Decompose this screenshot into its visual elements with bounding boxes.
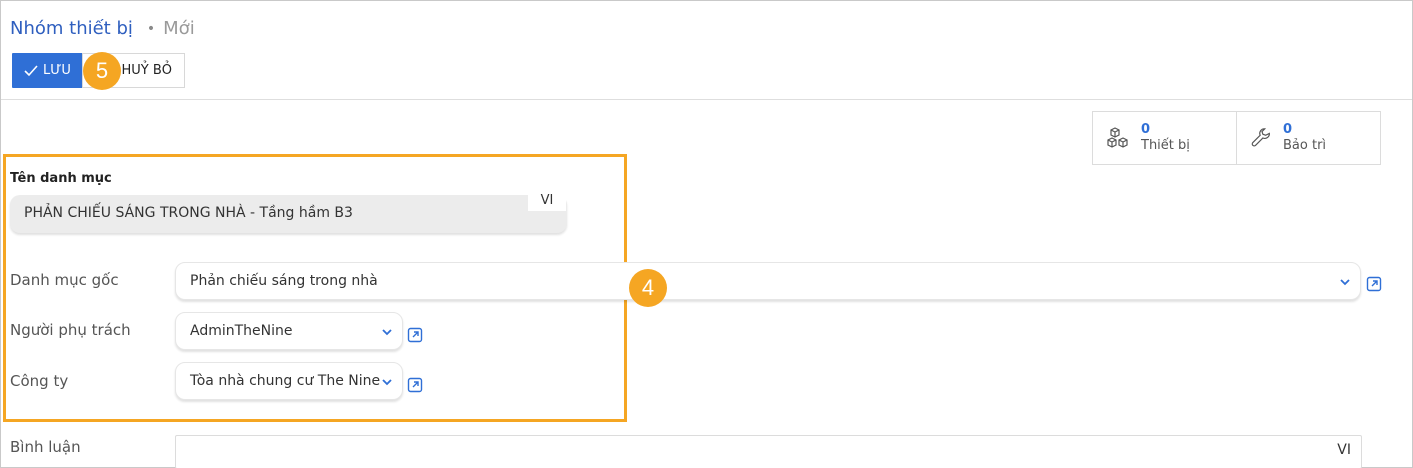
annotation-badge-toolbar: 5 [83, 52, 121, 90]
chevron-down-icon [382, 329, 392, 336]
cancel-button-label: HUỶ BỎ [121, 63, 172, 78]
parent-category-value: Phản chiếu sáng trong nhà [190, 273, 378, 289]
company-select[interactable]: Tòa nhà chung cư The Nine [175, 362, 403, 400]
external-link-icon[interactable] [1366, 276, 1382, 292]
company-value: Tòa nhà chung cư The Nine [190, 373, 381, 389]
toolbar-divider [1, 99, 1412, 100]
comment-language-tag[interactable]: VI [1337, 442, 1351, 458]
external-link-icon[interactable] [407, 377, 423, 393]
annotation-badge-form: 4 [629, 269, 667, 307]
maintenance-stat-button[interactable]: 0 Bảo trì [1236, 112, 1380, 164]
maintenance-count: 0 [1283, 122, 1293, 137]
maintenance-label: Bảo trì [1283, 138, 1327, 153]
owner-label: Người phụ trách [10, 321, 131, 339]
wrench-icon [1251, 128, 1270, 147]
comment-label: Bình luận [10, 438, 81, 456]
breadcrumb-current: Mới [163, 18, 195, 39]
devices-count: 0 [1141, 122, 1151, 137]
save-button[interactable]: LƯU [12, 53, 83, 88]
company-label: Công ty [10, 372, 69, 390]
check-icon [24, 64, 38, 76]
external-link-icon[interactable] [407, 327, 423, 343]
devices-stat-button[interactable]: 0 Thiết bị [1093, 112, 1236, 164]
chevron-down-icon [380, 375, 394, 389]
parent-category-select[interactable]: Phản chiếu sáng trong nhà [175, 262, 1361, 300]
devices-label: Thiết bị [1141, 138, 1190, 153]
owner-select[interactable]: AdminTheNine [175, 312, 403, 350]
owner-value: AdminTheNine [190, 323, 293, 339]
save-button-label: LƯU [43, 63, 71, 78]
comment-input[interactable]: VI [175, 435, 1362, 468]
name-field-label: Tên danh mục [10, 171, 112, 186]
breadcrumb-separator: • [146, 20, 156, 37]
stat-buttons: 0 Thiết bị 0 Bảo trì [1092, 111, 1381, 165]
name-language-tag[interactable]: VI [528, 194, 566, 211]
chevron-down-icon [1340, 279, 1350, 286]
category-name-input[interactable]: PHẢN CHIẾU SÁNG TRONG NHÀ - Tầng hầm B3 [10, 195, 567, 233]
parent-category-label: Danh mục gốc [10, 271, 119, 289]
cubes-icon [1107, 127, 1128, 148]
breadcrumb-root-link[interactable]: Nhóm thiết bị [10, 18, 133, 39]
breadcrumb: Nhóm thiết bị • Mới [10, 18, 195, 39]
